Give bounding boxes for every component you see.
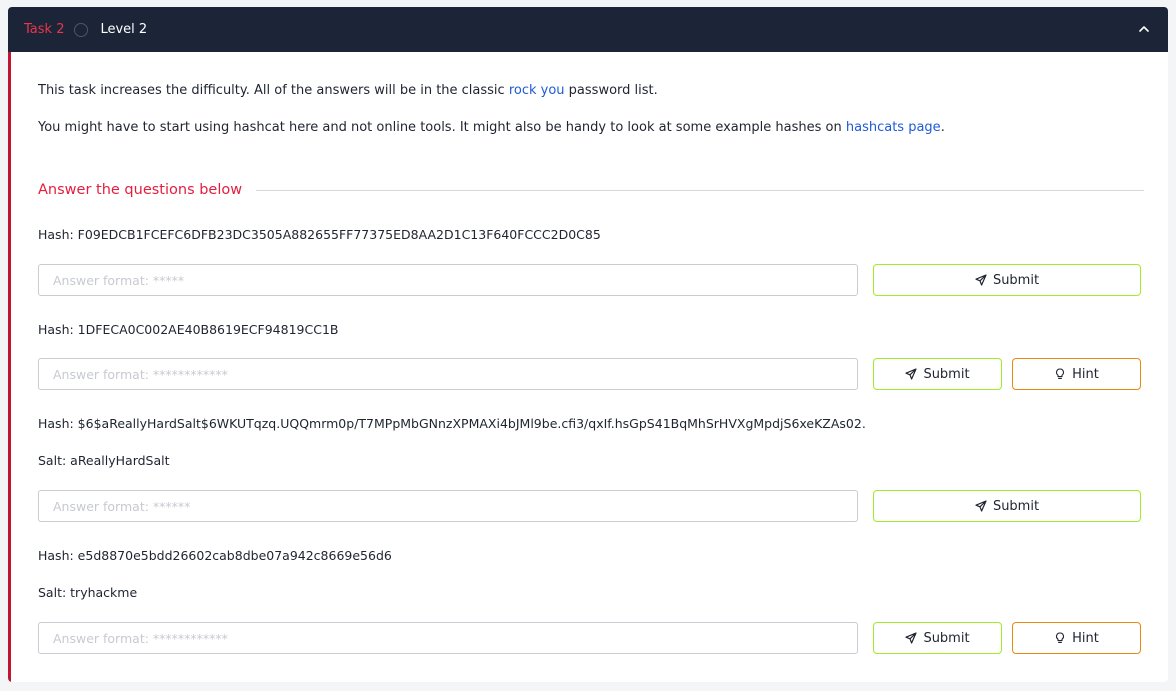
question-4-submit-button[interactable]: Submit <box>873 622 1002 654</box>
submit-label: Submit <box>992 272 1040 288</box>
question-4-hint-button[interactable]: Hint <box>1012 622 1141 654</box>
question-1-hash: Hash: F09EDCB1FCEFC6DFB23DC3505A882655FF… <box>38 227 601 242</box>
send-icon <box>905 632 918 644</box>
chevron-up-icon[interactable] <box>1136 21 1152 37</box>
send-icon <box>975 500 987 512</box>
hint-label: Hint <box>1072 630 1099 646</box>
task-body: This task increases the difficulty. All … <box>8 52 1168 682</box>
lightbulb-icon <box>1056 632 1065 643</box>
intro-text: password list. <box>564 83 658 98</box>
task-card: Task 2 Level 2 This task increases the d… <box>8 7 1168 682</box>
question-4-salt: Salt: tryhackme <box>38 585 138 600</box>
answer-section-heading: Answer the questions below <box>38 182 1144 198</box>
question-2-hash: Hash: 1DFECA0C002AE40B8619ECF94819CC1B <box>38 322 339 337</box>
submit-label: Submit <box>923 630 970 646</box>
task-number: Task 2 <box>24 22 65 37</box>
question-3-salt: Salt: aReallyHardSalt <box>38 453 170 468</box>
rockyou-link[interactable]: rock you <box>509 83 565 98</box>
question-3-submit-button[interactable]: Submit <box>873 490 1141 522</box>
question-2-answer-input[interactable] <box>38 358 858 390</box>
intro-text: You might have to start using hashcat he… <box>38 120 846 135</box>
question-3-hash: Hash: $6$aReallyHardSalt$6WKUTqzq.UQQmrm… <box>38 416 866 431</box>
divider <box>256 189 1144 191</box>
question-2-submit-button[interactable]: Submit <box>873 358 1002 390</box>
question-4-answer-input[interactable] <box>38 622 858 654</box>
send-icon <box>905 368 918 380</box>
intro-text: . <box>940 120 945 135</box>
circle-icon <box>74 22 89 37</box>
intro-paragraph-1: This task increases the difficulty. All … <box>38 83 658 98</box>
intro-text: This task increases the difficulty. All … <box>38 83 509 98</box>
question-3-answer-input[interactable] <box>38 490 858 522</box>
hashcats-page-link[interactable]: hashcats page <box>846 120 941 135</box>
task-header[interactable]: Task 2 Level 2 <box>8 7 1168 52</box>
intro-paragraph-2: You might have to start using hashcat he… <box>38 120 945 135</box>
submit-label: Submit <box>923 366 970 382</box>
question-4-hash: Hash: e5d8870e5bdd26602cab8dbe07a942c866… <box>38 548 392 563</box>
lightbulb-icon <box>1056 368 1065 379</box>
question-1-answer-input[interactable] <box>38 264 858 296</box>
submit-label: Submit <box>992 498 1040 514</box>
answer-heading-text: Answer the questions below <box>38 182 243 198</box>
send-icon <box>975 274 987 286</box>
question-1-submit-button[interactable]: Submit <box>873 264 1141 296</box>
hint-label: Hint <box>1072 366 1099 382</box>
task-title: Level 2 <box>100 22 148 37</box>
question-2-hint-button[interactable]: Hint <box>1012 358 1141 390</box>
